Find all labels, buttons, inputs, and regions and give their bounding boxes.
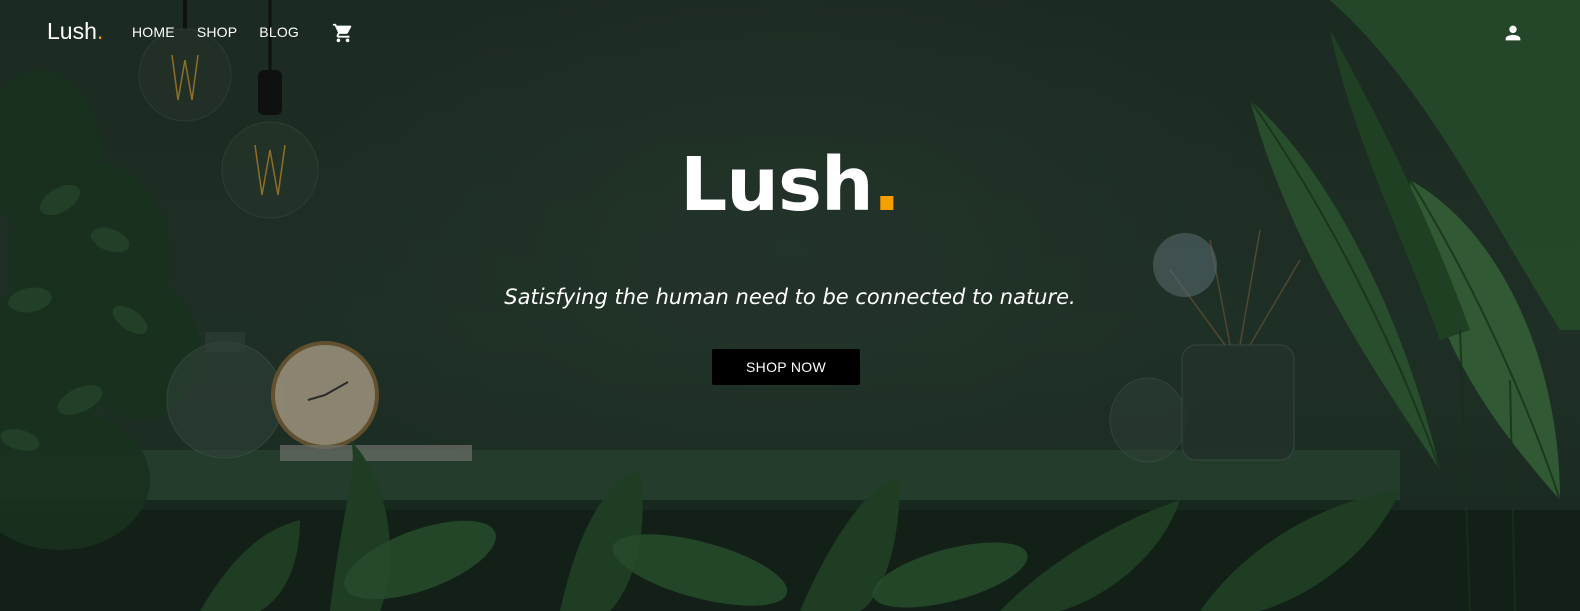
user-icon[interactable]	[1502, 22, 1524, 44]
nav-link-shop[interactable]: SHOP	[197, 24, 237, 40]
hero-subtitle: Satisfying the human need to be connecte…	[504, 285, 1076, 309]
cart-icon[interactable]	[332, 22, 354, 44]
nav-link-home[interactable]: HOME	[132, 24, 175, 40]
nav-links: HOME SHOP BLOG	[132, 24, 321, 40]
hero-title-dot: .	[872, 142, 901, 228]
hero-section: Lush. HOME SHOP BLOG Lush. Satisfying th…	[0, 0, 1580, 611]
brand-name: Lush	[47, 18, 97, 44]
hero-title-text: Lush	[680, 142, 874, 228]
brand-dot: .	[96, 18, 104, 44]
top-navbar: Lush. HOME SHOP BLOG	[0, 0, 1580, 64]
nav-link-blog[interactable]: BLOG	[259, 24, 299, 40]
hero-title: Lush.	[0, 140, 1580, 230]
shop-now-button[interactable]: SHOP NOW	[712, 349, 860, 385]
brand-logo[interactable]: Lush.	[47, 18, 103, 45]
